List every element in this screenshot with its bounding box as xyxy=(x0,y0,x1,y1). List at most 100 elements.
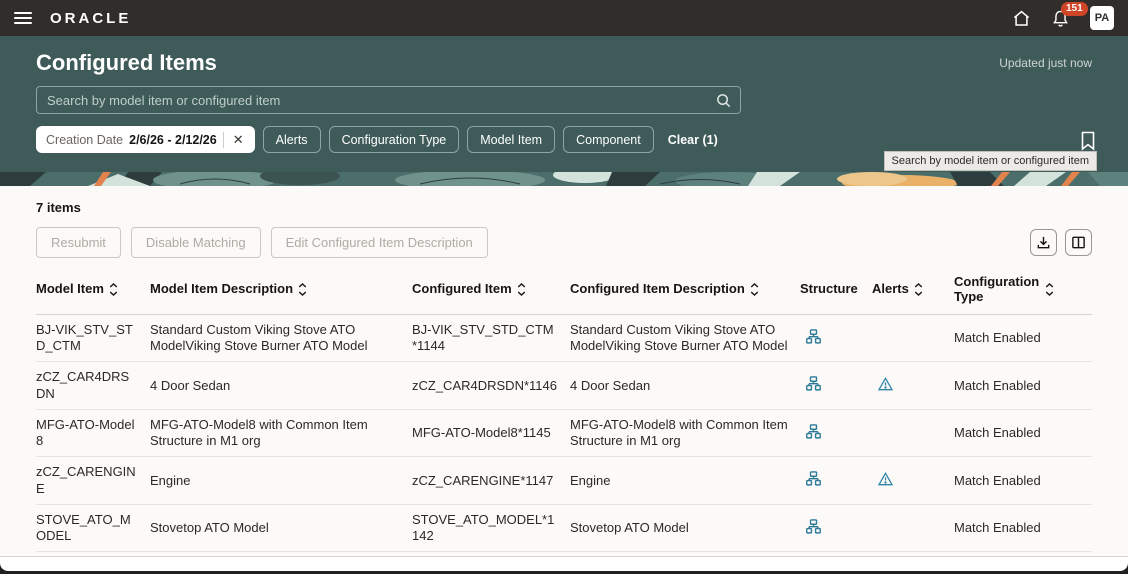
cell-model-item-description: Stovetop ATO Model xyxy=(150,504,412,552)
search-input[interactable] xyxy=(47,93,715,108)
table-row[interactable]: STOVE_ATO_MODELStovetop ATO ModelSTOVE_A… xyxy=(36,504,1092,552)
avatar[interactable]: PA xyxy=(1090,6,1114,30)
updated-status: Updated just now xyxy=(999,56,1092,70)
chip-label: Creation Date xyxy=(46,133,123,147)
column-header-structure: Structure xyxy=(800,266,872,314)
home-button[interactable] xyxy=(1012,9,1031,28)
cell-alerts[interactable] xyxy=(872,504,954,552)
cell-structure[interactable] xyxy=(800,504,872,552)
cell-alerts[interactable] xyxy=(872,314,954,362)
search-tooltip: Search by model item or configured item xyxy=(884,151,1097,171)
close-icon: ✕ xyxy=(233,132,244,147)
cell-alerts[interactable] xyxy=(872,457,954,505)
alert-warning-icon xyxy=(878,472,893,486)
menu-button[interactable] xyxy=(14,12,32,24)
search-bar xyxy=(36,86,741,114)
sort-icon[interactable] xyxy=(109,283,118,296)
structure-icon xyxy=(806,471,821,486)
cell-configured-item-description: MFG-ATO-Model8 with Common Item Structur… xyxy=(570,409,800,457)
home-icon xyxy=(1012,9,1031,28)
cell-configuration-type: Match Enabled xyxy=(954,504,1092,552)
sort-icon[interactable] xyxy=(517,283,526,296)
column-header-model-item[interactable]: Model Item xyxy=(36,266,150,314)
filter-chip-alerts[interactable]: Alerts xyxy=(263,126,321,153)
cell-model-item-description: Standard Custom Viking Stove ATO ModelVi… xyxy=(150,314,412,362)
structure-icon xyxy=(806,519,821,534)
columns-button[interactable] xyxy=(1065,229,1092,256)
notifications-button[interactable]: 151 xyxy=(1051,9,1070,28)
sort-icon[interactable] xyxy=(750,283,759,296)
cell-structure[interactable] xyxy=(800,362,872,410)
cell-alerts[interactable] xyxy=(872,409,954,457)
cell-model-item: STOVE_ATO_MODEL xyxy=(36,504,150,552)
column-header-model-item-description[interactable]: Model Item Description xyxy=(150,266,412,314)
cell-configured-item: zCZ_CARENGINE*1147 xyxy=(412,457,570,505)
download-button[interactable] xyxy=(1030,229,1057,256)
cell-configuration-type: Match Enabled xyxy=(954,409,1092,457)
table-row[interactable]: zCZ_CARENGINEEnginezCZ_CARENGINE*1147Eng… xyxy=(36,457,1092,505)
filter-chip-configuration-type[interactable]: Configuration Type xyxy=(329,126,460,153)
table-toolbar: Resubmit Disable Matching Edit Configure… xyxy=(36,227,1092,258)
download-icon xyxy=(1036,235,1051,250)
oracle-logo: ORACLE xyxy=(50,10,131,27)
table-row[interactable]: BJ-VIK_STV_STD_CTMStandard Custom Viking… xyxy=(36,314,1092,362)
table-row[interactable]: zCZ_CAR4DRSDN4 Door SedanzCZ_CAR4DRSDN*1… xyxy=(36,362,1092,410)
filter-chip-component[interactable]: Component xyxy=(563,126,654,153)
page-title: Configured Items xyxy=(36,50,217,76)
hamburger-icon xyxy=(14,12,32,14)
cell-model-item-description: Engine xyxy=(150,457,412,505)
notification-badge: 151 xyxy=(1061,2,1088,16)
horizontal-scrollbar[interactable] xyxy=(0,556,1128,571)
bookmark-icon xyxy=(1080,131,1096,151)
configured-items-table: Model Item Model Item Description Config… xyxy=(36,266,1092,556)
cell-configured-item-description: Engine xyxy=(570,457,800,505)
table-header-row: Model Item Model Item Description Config… xyxy=(36,266,1092,314)
top-bar: ORACLE 151 PA xyxy=(0,0,1128,36)
cell-configured-item: BJ-VIK_STV_STD_CTM*1144 xyxy=(412,314,570,362)
cell-structure[interactable] xyxy=(800,409,872,457)
table-row[interactable]: MFG-ATO-Model8MFG-ATO-Model8 with Common… xyxy=(36,409,1092,457)
chip-divider xyxy=(223,132,224,148)
page: ORACLE 151 PA Configured Items Updated j… xyxy=(0,0,1128,574)
main-content: 7 items Resubmit Disable Matching Edit C… xyxy=(0,186,1128,556)
columns-icon xyxy=(1071,235,1086,250)
edit-configured-item-description-button[interactable]: Edit Configured Item Description xyxy=(271,227,488,258)
sort-icon[interactable] xyxy=(298,283,307,296)
structure-icon xyxy=(806,329,821,344)
filter-chip-creation-date[interactable]: Creation Date 2/6/26 - 2/12/26 ✕ xyxy=(36,126,255,153)
column-header-configured-item[interactable]: Configured Item xyxy=(412,266,570,314)
cell-alerts[interactable] xyxy=(872,362,954,410)
cell-model-item-description: MFG-ATO-Model8 with Common Item Structur… xyxy=(150,409,412,457)
structure-icon xyxy=(806,424,821,439)
filter-bar: Creation Date 2/6/26 - 2/12/26 ✕ Alerts … xyxy=(36,126,1092,153)
items-count: 7 items xyxy=(36,200,1092,215)
page-header: Configured Items Updated just now Creati… xyxy=(0,36,1128,172)
clear-filters-button[interactable]: Clear (1) xyxy=(668,133,718,147)
column-header-configuration-type[interactable]: Configuration Type xyxy=(954,266,1092,314)
structure-icon xyxy=(806,376,821,391)
cell-configured-item: STOVE_ATO_MODEL*1142 xyxy=(412,504,570,552)
chip-remove-button[interactable]: ✕ xyxy=(230,131,247,148)
search-button[interactable] xyxy=(715,92,732,109)
sort-icon[interactable] xyxy=(914,283,923,296)
cell-configuration-type: Match Enabled xyxy=(954,362,1092,410)
chip-value: 2/6/26 - 2/12/26 xyxy=(129,133,217,147)
column-header-alerts[interactable]: Alerts xyxy=(872,266,954,314)
cell-model-item: zCZ_CAR4DRSDN xyxy=(36,362,150,410)
cell-structure[interactable] xyxy=(800,314,872,362)
cell-configured-item-description: 4 Door Sedan xyxy=(570,362,800,410)
column-header-configured-item-description[interactable]: Configured Item Description xyxy=(570,266,800,314)
sort-icon[interactable] xyxy=(1045,283,1054,296)
alert-warning-icon xyxy=(878,377,893,391)
filter-chip-model-item[interactable]: Model Item xyxy=(467,126,555,153)
cell-configured-item-description: Standard Custom Viking Stove ATO ModelVi… xyxy=(570,314,800,362)
resubmit-button[interactable]: Resubmit xyxy=(36,227,121,258)
cell-model-item: MFG-ATO-Model8 xyxy=(36,409,150,457)
cell-configured-item: MFG-ATO-Model8*1145 xyxy=(412,409,570,457)
cell-model-item-description: 4 Door Sedan xyxy=(150,362,412,410)
search-icon xyxy=(715,92,732,109)
cell-model-item: zCZ_CARENGINE xyxy=(36,457,150,505)
disable-matching-button[interactable]: Disable Matching xyxy=(131,227,261,258)
cell-structure[interactable] xyxy=(800,457,872,505)
decorative-banner xyxy=(0,172,1128,186)
